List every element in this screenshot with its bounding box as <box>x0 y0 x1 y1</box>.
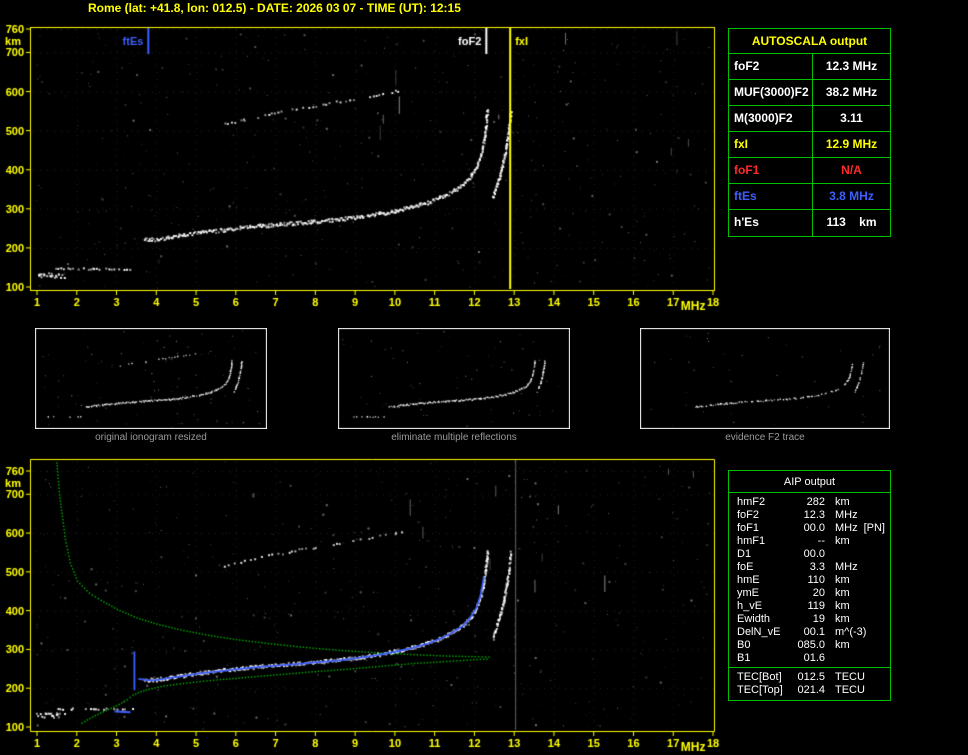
autoscala-row-fof1: foF1 N/A <box>729 158 890 184</box>
parameter-name: DelN_vE <box>737 626 781 638</box>
parameter-value: 113 km <box>826 215 877 229</box>
parameter-unit: m^(-3) <box>835 626 867 638</box>
top-ionogram-plot <box>0 14 724 314</box>
parameter-value: 00.1 <box>803 626 825 638</box>
aip-tec-row-tec[top]: TEC[Top] 021.4 TECU <box>729 684 890 697</box>
parameter-name: foF2 <box>737 509 760 521</box>
parameter-name: TEC[Bot] <box>737 671 782 683</box>
parameter-value: 00.0 <box>803 522 825 534</box>
parameter-unit: km <box>835 496 850 508</box>
parameter-unit: km <box>835 600 850 612</box>
parameter-name: B0 <box>737 639 751 651</box>
parameter-unit: km <box>835 613 850 625</box>
parameter-unit: km <box>835 587 850 599</box>
parameter-name: foF1 <box>729 158 813 183</box>
parameter-name: TEC[Top] <box>737 684 783 696</box>
parameter-name: fxI <box>729 132 813 157</box>
aip-row-fof2: foF2 12.3 MHz <box>729 509 890 522</box>
aip-tec-rows: TEC[Bot] 012.5 TECU TEC[Top] 021.4 TECU <box>729 667 890 700</box>
parameter-value: 12.3 <box>803 509 825 521</box>
thumbnail-evidence-f2-trace <box>640 328 890 429</box>
aip-row-ewidth: Ewidth 19 km <box>729 613 890 626</box>
autoscala-row-ftes: ftEs 3.8 MHz <box>729 184 890 210</box>
aip-row-b1: B1 01.6 <box>729 652 890 665</box>
parameter-unit: km <box>835 639 850 651</box>
autoscala-row-muf(3000)f2: MUF(3000)F2 38.2 MHz <box>729 80 890 106</box>
parameter-name: h'Es <box>729 210 813 236</box>
parameter-value: 282 <box>806 496 825 508</box>
autoscala-output-table: AUTOSCALA output foF2 12.3 MHz MUF(3000)F2… <box>728 28 891 237</box>
parameter-unit: MHz <box>835 509 858 521</box>
station-header: Rome (lat: +41.8, lon: 012.5) - DATE: 20… <box>88 1 461 15</box>
thumbnail-caption-eliminate: eliminate multiple reflections <box>391 432 517 443</box>
parameter-value: 021.4 <box>797 684 825 696</box>
aip-row-deln_ve: DelN_vE 00.1 m^(-3) <box>729 626 890 639</box>
parameter-value: 00.0 <box>803 548 825 560</box>
parameter-name: hmF1 <box>737 535 766 547</box>
parameter-value: N/A <box>841 163 862 177</box>
aip-row-hmf1: hmF1 -- km <box>729 535 890 548</box>
parameter-name: foF1 <box>737 522 760 534</box>
aip-row-hme: hmE 110 km <box>729 574 890 587</box>
aip-row-hmf2: hmF2 282 km <box>729 496 890 509</box>
aip-row-h_ve: h_vE 119 km <box>729 600 890 613</box>
parameter-name: ftEs <box>729 184 813 209</box>
parameter-name: M(3000)F2 <box>729 106 813 131</box>
autoscala-row-h'es: h'Es 113 km <box>729 210 890 236</box>
parameter-name: hmE <box>737 574 760 586</box>
parameter-name: D1 <box>737 548 752 560</box>
parameter-unit: km <box>835 535 850 547</box>
parameter-note: [PN] <box>863 522 885 534</box>
parameter-name: MUF(3000)F2 <box>729 80 813 105</box>
parameter-name: B1 <box>737 652 751 664</box>
aip-output-table: AIP output hmF2 282 km foF2 12.3 MHz foF1 00.0 M… <box>728 470 891 701</box>
autoscala-app-window: Rome (lat: +41.8, lon: 012.5) - DATE: 20… <box>0 0 968 755</box>
parameter-name: h_vE <box>737 600 763 612</box>
parameter-value: 085.0 <box>797 639 825 651</box>
parameter-name: ymE <box>737 587 759 599</box>
parameter-value: 119 <box>807 600 825 612</box>
parameter-unit: km <box>835 574 850 586</box>
autoscala-row-fxi: fxI 12.9 MHz <box>729 132 890 158</box>
parameter-value: 19 <box>812 613 825 625</box>
aip-row-b0: B0 085.0 km <box>729 639 890 652</box>
autoscala-row-fof2: foF2 12.3 MHz <box>729 54 890 80</box>
parameter-value: 38.2 MHz <box>825 85 878 99</box>
parameter-name: foF2 <box>729 54 813 79</box>
aip-tec-row-tec[bot]: TEC[Bot] 012.5 TECU <box>729 671 890 684</box>
autoscala-table-rows: foF2 12.3 MHz MUF(3000)F2 38.2 MHz M(3000)F2… <box>729 54 890 236</box>
parameter-unit: MHz <box>835 561 858 573</box>
parameter-name: hmF2 <box>737 496 766 508</box>
parameter-value: -- <box>817 535 825 547</box>
aip-row-d1: D1 00.0 <box>729 548 890 561</box>
parameter-value: 3.3 <box>809 561 825 573</box>
parameter-value: 20 <box>812 587 825 599</box>
parameter-name: foE <box>737 561 754 573</box>
parameter-unit: TECU <box>835 671 865 683</box>
aip-table-title: AIP output <box>729 471 890 493</box>
parameter-unit <box>825 548 835 561</box>
parameter-value: 01.6 <box>803 652 825 664</box>
thumbnail-caption-evidence: evidence F2 trace <box>725 432 805 443</box>
parameter-name: Ewidth <box>737 613 771 625</box>
thumbnail-eliminate-reflections <box>338 328 570 429</box>
aip-row-yme: ymE 20 km <box>729 587 890 600</box>
autoscala-table-title: AUTOSCALA output <box>729 29 890 54</box>
parameter-value: 3.8 MHz <box>829 189 874 203</box>
parameter-unit <box>825 652 835 665</box>
parameter-value: 12.3 MHz <box>825 59 878 73</box>
parameter-value: 012.5 <box>797 671 825 683</box>
parameter-unit: MHz <box>835 522 858 534</box>
parameter-value: 12.9 MHz <box>825 137 878 151</box>
bottom-profile-plot <box>0 447 724 755</box>
parameter-unit: TECU <box>835 684 865 696</box>
autoscala-row-m(3000)f2: M(3000)F2 3.11 <box>729 106 890 132</box>
aip-row-fof1: foF1 00.0 MHz [PN] <box>729 522 890 535</box>
parameter-value: 110 <box>807 574 825 586</box>
thumbnail-original-ionogram <box>35 328 267 429</box>
aip-table-rows: hmF2 282 km foF2 12.3 MHz foF1 00.0 MHz [PN] hmF1 -… <box>729 493 890 667</box>
parameter-value: 3.11 <box>840 111 863 125</box>
aip-row-foe: foE 3.3 MHz <box>729 561 890 574</box>
thumbnail-caption-original: original ionogram resized <box>95 432 207 443</box>
